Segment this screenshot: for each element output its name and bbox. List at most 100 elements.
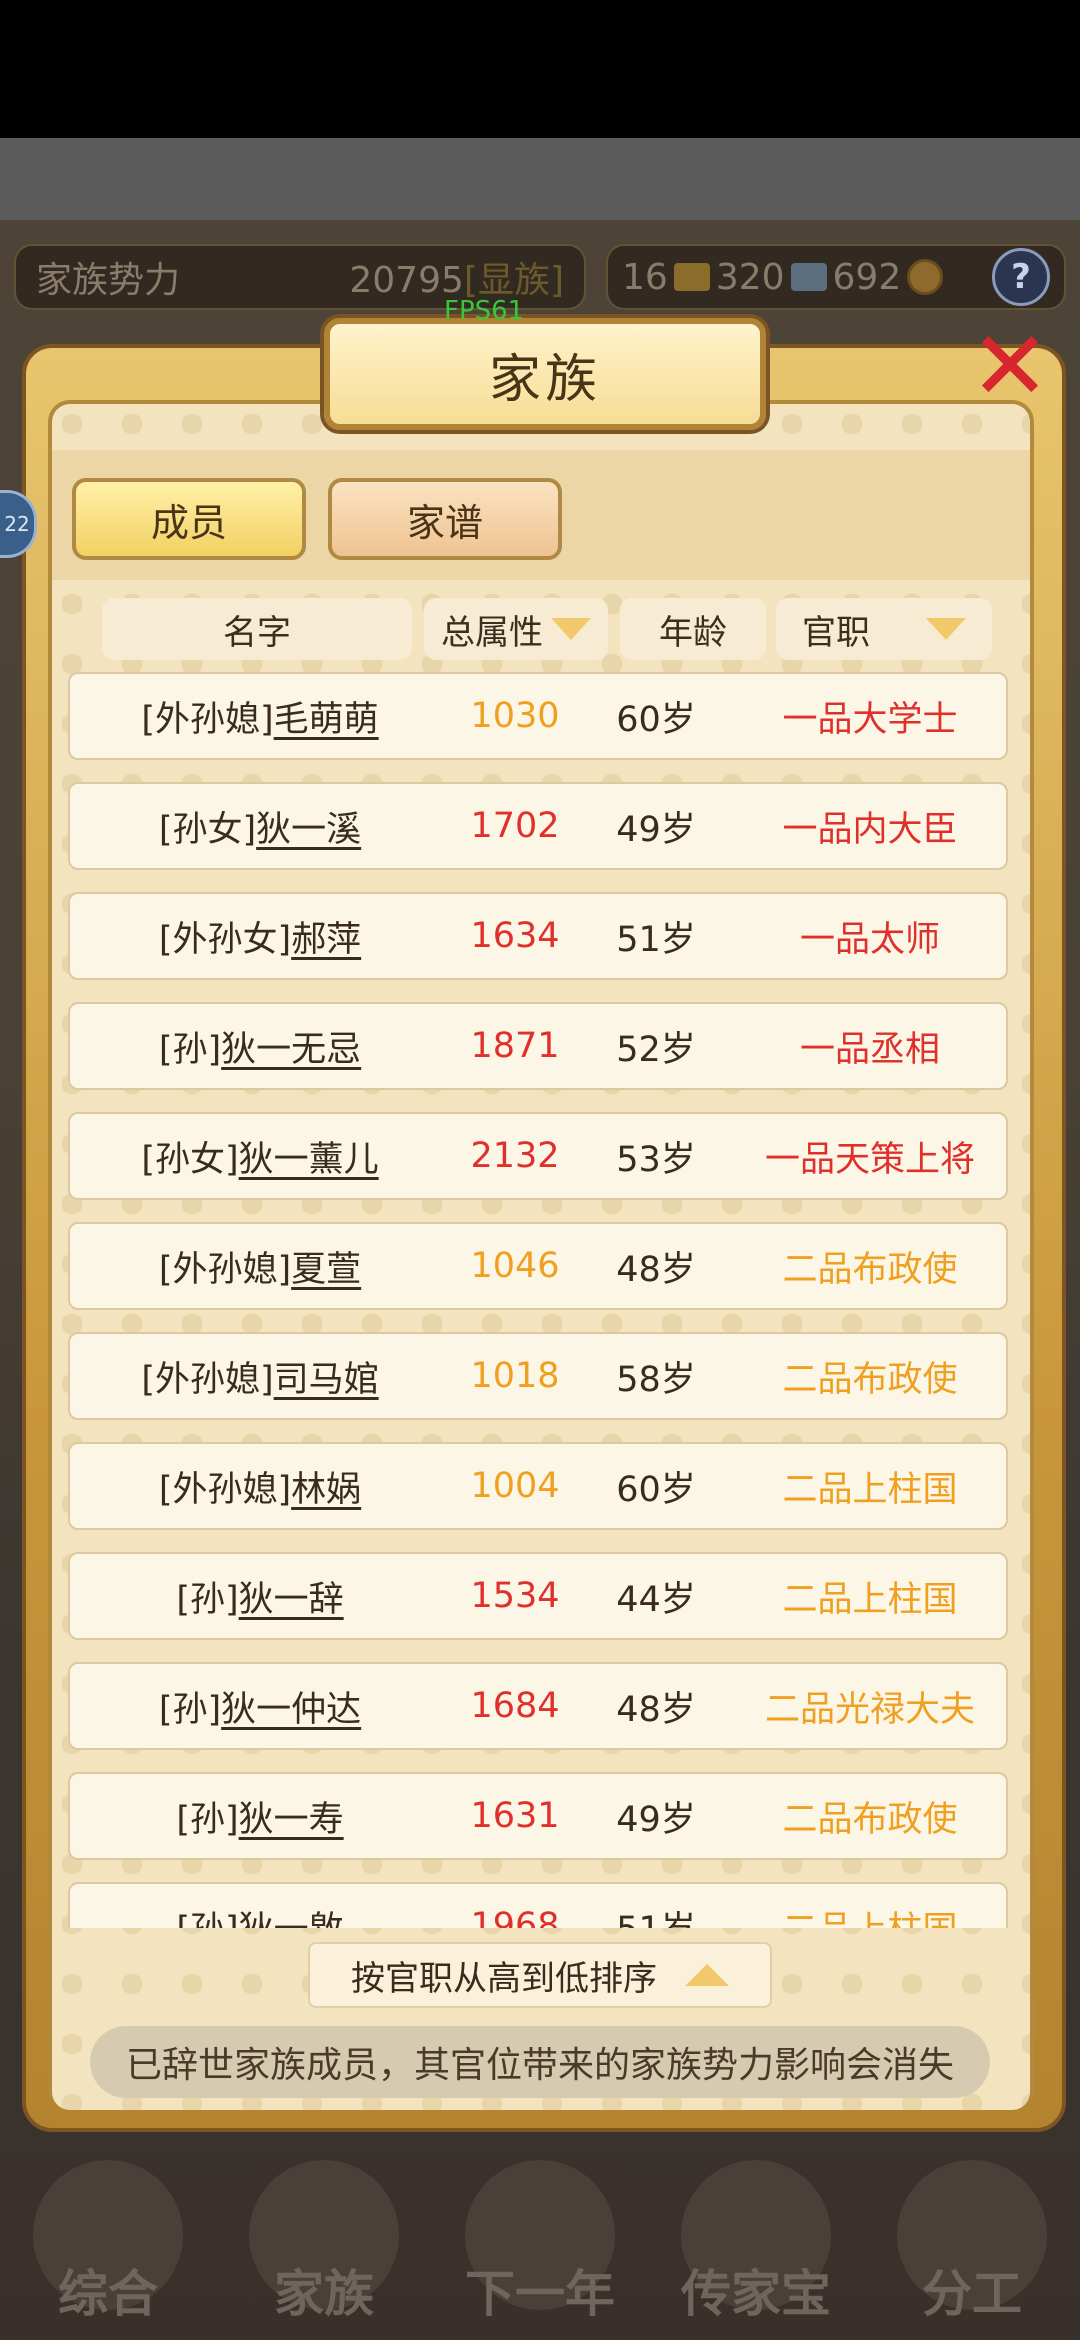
member-age: 49岁 [616, 1799, 696, 1840]
help-button[interactable]: ? [992, 248, 1050, 306]
member-relation: [外孙女] [158, 919, 292, 960]
member-name-link[interactable]: 毛萌萌 [274, 691, 379, 742]
member-age: 44岁 [616, 1579, 696, 1620]
member-relation: [孙女] [141, 1139, 239, 1180]
member-age: 48岁 [616, 1689, 696, 1730]
member-attr: 1634 [470, 916, 560, 956]
member-name-cell: [外孙媳] 毛萌萌 [70, 674, 450, 758]
header-name-label: 名字 [223, 612, 291, 653]
member-name-cell: [孙] 狄一辞 [70, 1554, 450, 1638]
member-age: 52岁 [616, 1029, 696, 1070]
member-name-link[interactable]: 林娲 [291, 1461, 361, 1512]
nav-next-year[interactable]: 下一年 [432, 2140, 648, 2340]
member-row[interactable]: [孙] 狄一无忌 1871 52岁 一品丞相 [68, 1002, 1008, 1090]
gold-ingot-icon [673, 263, 710, 291]
member-list[interactable]: [外孙媳] 毛萌萌 1030 60岁 一品大学士 [孙女] 狄一溪 1702 49岁 一品内大臣[… [68, 672, 1008, 1928]
member-name-cell: [孙女] 狄一薰儿 [70, 1114, 450, 1198]
member-age: 53岁 [616, 1139, 696, 1180]
sort-up-icon [685, 1964, 729, 1986]
nav-heirloom[interactable]: 传家宝 [648, 2140, 864, 2340]
member-name-cell: [外孙媳] 夏萱 [70, 1224, 450, 1308]
member-row[interactable]: [孙女] 狄一薰儿 2132 53岁 一品天策上将 [68, 1112, 1008, 1200]
family-power-value: 20795 [349, 260, 464, 301]
currency-bar: 16 320 692 ? [606, 244, 1066, 310]
member-row[interactable]: [孙女] 狄一溪 1702 49岁 一品内大臣 [68, 782, 1008, 870]
coin-count: 692 [832, 256, 902, 298]
member-name-cell: [孙]狄一敫 [70, 1884, 450, 1929]
member-row[interactable]: [孙] 狄一辞 1534 44岁 二品上柱国 [68, 1552, 1008, 1640]
member-row[interactable]: [外孙媳] 司马婠 1018 58岁 二品布政使 [68, 1332, 1008, 1420]
fps-counter: FPS61 [444, 296, 525, 326]
member-attr: 1046 [470, 1246, 560, 1286]
member-name-link[interactable]: 狄一寿 [239, 1791, 344, 1842]
member-attr: 1631 [470, 1796, 560, 1836]
gold-count: 16 [622, 256, 668, 298]
member-name-link[interactable]: 狄一敫 [239, 1901, 344, 1929]
nav-family[interactable]: 家族 [216, 2140, 432, 2340]
header-attr-label: 总属性 [441, 612, 543, 653]
member-title: 二品布政使 [782, 1359, 958, 1400]
member-name-link[interactable]: 狄一仲达 [221, 1681, 361, 1732]
member-row[interactable]: [孙] 狄一仲达 1684 48岁 二品光禄大夫 [68, 1662, 1008, 1750]
member-title: 一品丞相 [799, 1029, 940, 1070]
member-name-cell: [外孙女] 郝萍 [70, 894, 450, 978]
member-row[interactable]: [外孙女] 郝萍 1634 51岁 一品太师 [68, 892, 1008, 980]
member-name-cell: [孙] 狄一仲达 [70, 1664, 450, 1748]
member-attr: 1968 [470, 1906, 560, 1928]
header-title-sort[interactable]: 官职 [776, 598, 992, 660]
member-name-cell: [孙女] 狄一溪 [70, 784, 450, 868]
close-button[interactable]: ✕ [960, 316, 1060, 416]
member-title: 一品内大臣 [782, 809, 958, 850]
member-name-link[interactable]: 郝萍 [291, 911, 361, 962]
member-row[interactable]: [外孙媳] 林娲 1004 60岁 二品上柱国 [68, 1442, 1008, 1530]
member-name-link[interactable]: 夏萱 [291, 1241, 361, 1292]
nav-division[interactable]: 分工 [864, 2140, 1080, 2340]
member-relation: [孙女] [158, 809, 257, 850]
sort-button-label: 按官职从高到低排序 [351, 1958, 657, 1999]
member-attr: 1018 [470, 1356, 560, 1396]
member-name-link[interactable]: 狄一薰儿 [239, 1131, 379, 1182]
member-name-cell: [孙] 狄一无忌 [70, 1004, 450, 1088]
member-age: 51岁 [616, 919, 696, 960]
status-bar [0, 0, 1080, 138]
sort-down-icon [551, 618, 591, 640]
member-row[interactable]: [孙] 狄一寿 1631 49岁 二品布政使 [68, 1772, 1008, 1860]
deceased-note: 已辞世家族成员，其官位带来的家族势力影响会消失 [90, 2026, 990, 2098]
sort-by-title-button[interactable]: 按官职从高到低排序 [308, 1942, 772, 2008]
member-name-link[interactable]: 狄一辞 [239, 1571, 344, 1622]
member-name-cell: [外孙媳] 司马婠 [70, 1334, 450, 1418]
tab-members[interactable]: 成员 [72, 478, 306, 560]
member-title: 二品上柱国 [782, 1469, 958, 1510]
member-title: 二品上柱国 [730, 1884, 1008, 1929]
member-attr: 1871 [470, 1026, 560, 1066]
member-row[interactable]: [孙]狄一敫 1968 51岁二品上柱国 [68, 1882, 1008, 1928]
member-name-link[interactable]: 狄一无忌 [221, 1021, 361, 1072]
member-age: 51岁 [590, 1884, 722, 1929]
member-row[interactable]: [外孙媳] 夏萱 1046 48岁 二品布政使 [68, 1222, 1008, 1310]
member-attr: 1030 [470, 696, 560, 736]
tab-family-tree[interactable]: 家谱 [328, 478, 562, 560]
nav-label: 传家宝 [681, 2265, 831, 2323]
member-title: 二品布政使 [782, 1249, 958, 1290]
member-title: 二品上柱国 [782, 1579, 958, 1620]
member-name-cell: [孙] 狄一寿 [70, 1774, 450, 1858]
member-attr: 1684 [470, 1686, 560, 1726]
member-title: 二品布政使 [782, 1799, 958, 1840]
modal-title: 家族 [324, 318, 766, 430]
member-relation: [孙] [176, 1901, 238, 1929]
member-age: 60岁 [616, 1469, 696, 1510]
header-attr-sort[interactable]: 总属性 [424, 598, 608, 660]
member-title: 一品太师 [799, 919, 940, 960]
member-name-link[interactable]: 狄一溪 [256, 801, 361, 852]
member-title: 二品光禄大夫 [764, 1689, 975, 1730]
member-name-link[interactable]: 司马婠 [274, 1351, 379, 1402]
member-name-cell: [外孙媳] 林娲 [70, 1444, 450, 1528]
nav-overview[interactable]: 综合 [0, 2140, 216, 2340]
member-row[interactable]: [外孙媳] 毛萌萌 1030 60岁 一品大学士 [68, 672, 1008, 760]
nav-label: 综合 [58, 2265, 158, 2323]
member-relation: [孙] [158, 1029, 222, 1070]
bottom-nav: 综合 家族 下一年 传家宝 分工 [0, 2140, 1080, 2340]
member-relation: [孙] [176, 1799, 239, 1840]
member-relation: [外孙媳] [158, 1469, 292, 1510]
coin-icon [907, 259, 944, 295]
